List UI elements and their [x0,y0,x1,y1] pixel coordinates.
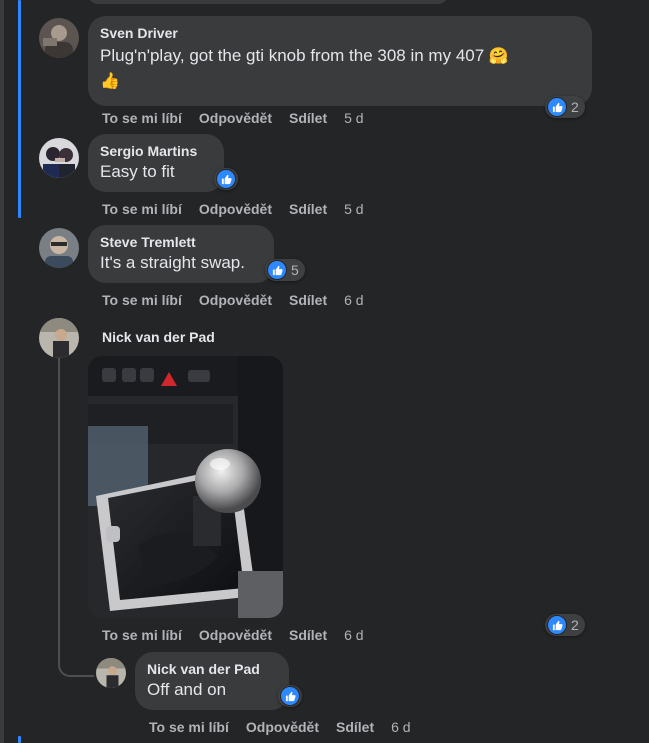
comment-text: Off and on [147,680,227,699]
reply-button[interactable]: Odpovědět [199,292,272,308]
share-button[interactable]: Sdílet [289,627,327,643]
like-button[interactable]: To se mi líbí [102,201,182,217]
like-button[interactable]: To se mi líbí [102,627,182,643]
reaction-count: 5 [291,262,299,278]
highlight-bar [18,0,21,218]
reaction-count: 2 [571,99,579,115]
like-icon [267,260,287,280]
comment-actions: To se mi líbí Odpovědět Sdílet 5 d [102,201,381,217]
comment-author[interactable]: Steve Tremlett [100,233,262,251]
share-button[interactable]: Sdílet [289,292,327,308]
avatar[interactable] [39,318,79,358]
like-icon [547,97,567,117]
reaction-summary[interactable] [214,168,238,190]
comment-text: It's a straight swap. [100,253,245,272]
share-button[interactable]: Sdílet [289,110,327,126]
comment-author[interactable]: Nick van der Pad [147,660,277,678]
timestamp[interactable]: 5 d [344,110,363,126]
comment-author[interactable]: Sven Driver [100,24,580,42]
reaction-count: 2 [571,617,579,633]
share-button[interactable]: Sdílet [289,201,327,217]
previous-comment-edge [88,0,448,4]
like-button[interactable]: To se mi líbí [149,719,229,735]
comment-actions: To se mi líbí Odpovědět Sdílet 5 d [102,110,381,126]
comment-actions: To se mi líbí Odpovědět Sdílet 6 d [149,719,428,735]
left-edge [0,0,4,743]
timestamp[interactable]: 6 d [344,292,363,308]
avatar[interactable] [39,138,79,178]
reply-thread-curve [58,655,94,677]
reply-button[interactable]: Odpovědět [199,110,272,126]
like-icon [280,686,300,706]
reply-button[interactable]: Odpovědět [246,719,319,735]
comment-bubble: Sven Driver Plug'n'play, got the gti kno… [88,16,592,106]
comment-actions: To se mi líbí Odpovědět Sdílet 6 d [102,292,381,308]
reply-bubble: Nick van der Pad Off and on [135,652,289,710]
timestamp[interactable]: 6 d [391,719,410,735]
gear-knob-photo[interactable] [88,356,283,618]
share-button[interactable]: Sdílet [336,719,374,735]
thumbs-up-emoji: 👍 [100,73,120,90]
reply-thread-line [58,358,60,658]
avatar[interactable] [39,18,79,58]
like-icon [547,615,567,635]
like-button[interactable]: To se mi líbí [102,110,182,126]
like-button[interactable]: To se mi líbí [102,292,182,308]
reaction-summary[interactable] [278,685,302,707]
reaction-summary[interactable]: 2 [545,614,585,636]
highlight-bar-bottom [18,736,21,743]
comment-bubble: Steve Tremlett It's a straight swap. [88,225,274,283]
reaction-summary[interactable]: 5 [265,259,305,281]
avatar[interactable] [96,658,126,688]
comment-author[interactable]: Sergio Martins [100,142,212,160]
comment-text: Plug'n'play, got the gti knob from the 3… [100,46,485,65]
timestamp[interactable]: 5 d [344,201,363,217]
avatar[interactable] [39,228,79,268]
reply-button[interactable]: Odpovědět [199,201,272,217]
timestamp[interactable]: 6 d [344,627,363,643]
comment-actions: To se mi líbí Odpovědět Sdílet 6 d [102,627,381,643]
comment-author[interactable]: Nick van der Pad [102,328,215,346]
reply-button[interactable]: Odpovědět [199,627,272,643]
reaction-summary[interactable]: 2 [545,96,585,118]
comment-text: Easy to fit [100,162,175,181]
like-icon [216,169,236,189]
hugging-face-emoji: 🤗 [488,48,509,65]
comment-bubble: Sergio Martins Easy to fit [88,134,224,192]
